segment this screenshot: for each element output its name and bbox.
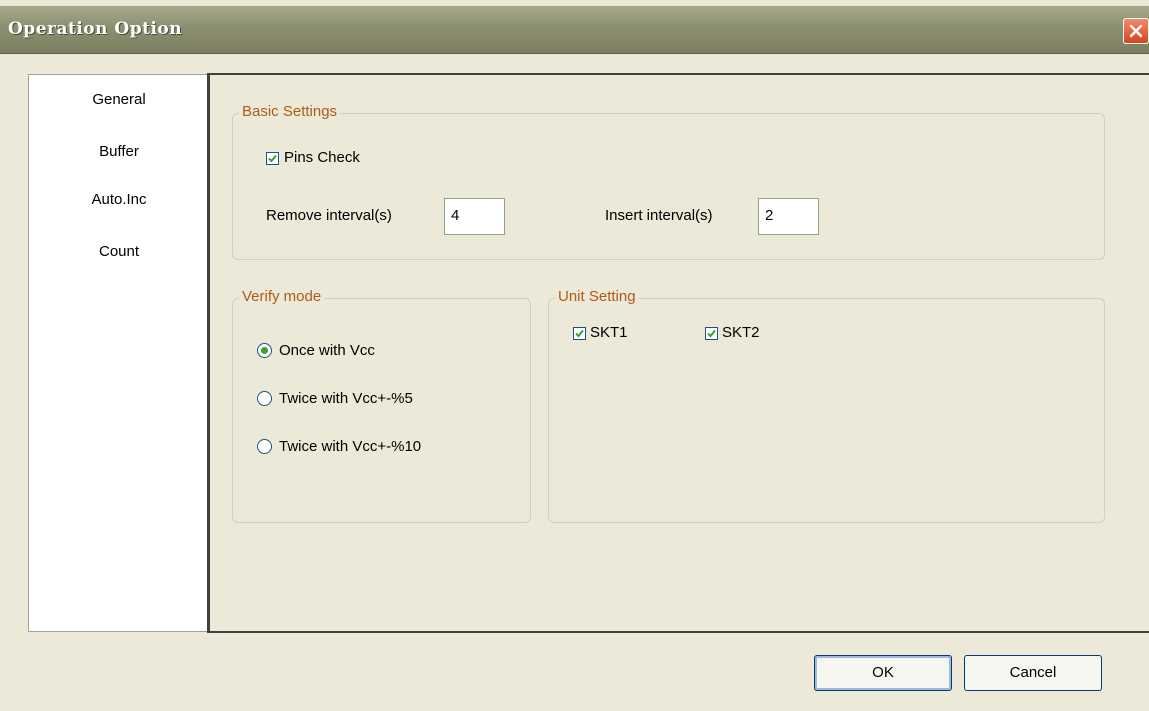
radio-twice-vcc-5-label: Twice with Vcc+-%5 [279, 390, 413, 407]
skt1-checkbox[interactable] [573, 327, 586, 340]
nav-item-buffer[interactable]: Buffer [29, 143, 209, 160]
insert-interval-label: Insert interval(s) [605, 207, 713, 224]
checkmark-icon [268, 154, 277, 163]
checkmark-icon [707, 329, 716, 338]
nav-item-auto-inc[interactable]: Auto.Inc [29, 191, 209, 208]
skt2-checkbox[interactable] [705, 327, 718, 340]
radio-twice-vcc-10[interactable] [257, 439, 272, 454]
title-bar: Operation Option [0, 6, 1149, 54]
verify-mode-group: Verify mode Once with Vcc Twice with Vcc… [232, 288, 531, 523]
radio-twice-vcc-10-label: Twice with Vcc+-%10 [279, 438, 422, 455]
close-icon [1129, 24, 1143, 38]
checkmark-icon [575, 329, 584, 338]
close-button[interactable] [1123, 18, 1149, 44]
category-list: General Buffer Auto.Inc Count [28, 74, 208, 632]
nav-item-count[interactable]: Count [29, 243, 209, 260]
remove-interval-label: Remove interval(s) [266, 207, 392, 224]
radio-twice-vcc-5[interactable] [257, 391, 272, 406]
radio-once-vcc[interactable] [257, 343, 272, 358]
radio-once-vcc-label: Once with Vcc [279, 342, 375, 359]
basic-settings-group: Basic Settings Pins Check Remove interva… [232, 103, 1105, 260]
nav-item-general[interactable]: General [29, 91, 209, 108]
skt2-label: SKT2 [722, 324, 760, 341]
basic-settings-legend: Basic Settings [239, 103, 341, 120]
insert-interval-input[interactable]: 2 [758, 198, 819, 235]
radio-selected-dot [261, 347, 268, 354]
settings-panel: Basic Settings Pins Check Remove interva… [207, 73, 1149, 633]
window-title: Operation Option [8, 19, 183, 39]
cancel-button[interactable]: Cancel [964, 655, 1102, 691]
ok-button[interactable]: OK [814, 655, 952, 691]
unit-setting-legend: Unit Setting [555, 288, 639, 305]
remove-interval-input[interactable]: 4 [444, 198, 505, 235]
pins-check-label: Pins Check [284, 149, 360, 166]
skt1-label: SKT1 [590, 324, 628, 341]
pins-check-checkbox[interactable] [266, 152, 279, 165]
verify-mode-legend: Verify mode [239, 288, 325, 305]
unit-setting-group: Unit Setting SKT1 SKT2 [548, 288, 1105, 523]
